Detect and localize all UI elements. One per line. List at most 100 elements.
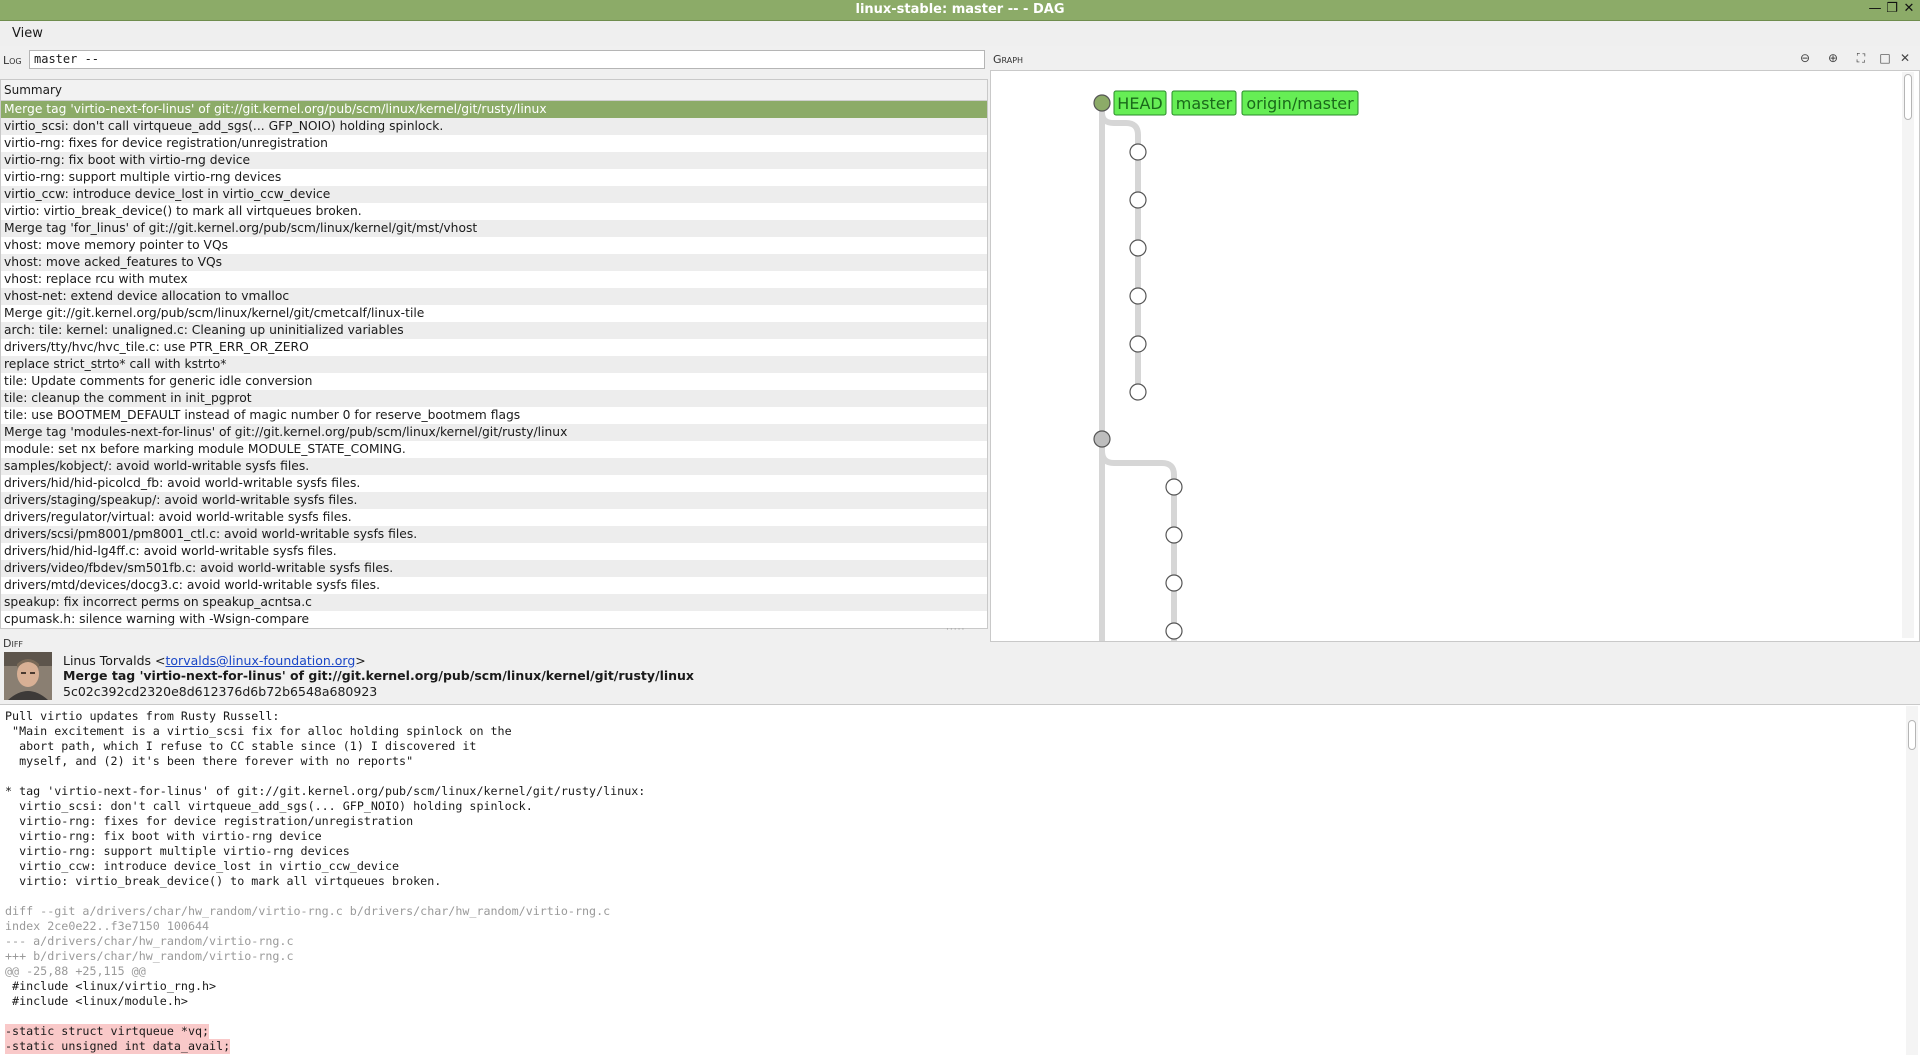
diff-line: #include <linux/virtio_rng.h> (5, 979, 217, 993)
author-avatar (4, 652, 52, 700)
graph-view[interactable]: HEAD master origin/master (990, 70, 1920, 642)
commit-node (1165, 622, 1183, 640)
diff-line: -static unsigned int data_avail; (5, 1039, 231, 1054)
zoom-fit-icon[interactable]: ⛶ (1853, 50, 1869, 66)
close-panel-icon[interactable]: ✕ (1897, 50, 1913, 66)
diff-line: Pull virtio updates from Rusty Russell: (5, 709, 280, 723)
commit-row[interactable]: drivers/hid/hid-picolcd_fb: avoid world-… (1, 475, 987, 492)
commit-graph: HEAD master origin/master (1093, 90, 1359, 641)
summary-header-label: Summary (4, 83, 62, 97)
commit-row[interactable]: virtio-rng: fix boot with virtio-rng dev… (1, 152, 987, 169)
author-email-link[interactable]: torvalds@linux-foundation.org (166, 653, 356, 668)
ref-label: origin/master (1246, 94, 1354, 113)
commit-row[interactable]: tile: cleanup the comment in init_pgprot (1, 390, 987, 407)
zoom-out-icon[interactable]: ⊖ (1797, 50, 1813, 66)
diff-line: --- a/drivers/char/hw_random/virtio-rng.… (5, 934, 294, 948)
commit-row[interactable]: vhost: replace rcu with mutex (1, 271, 987, 288)
commit-row[interactable]: tile: use BOOTMEM_DEFAULT instead of mag… (1, 407, 987, 424)
log-input[interactable]: master -- (29, 50, 985, 69)
commit-node (1165, 526, 1183, 544)
graph-scrollbar[interactable] (1902, 72, 1914, 638)
diff-line: virtio-rng: fixes for device registratio… (5, 814, 414, 828)
diff-text-view[interactable]: Pull virtio updates from Rusty Russell: … (0, 704, 1920, 1056)
commit-node (1129, 239, 1147, 257)
commit-row[interactable]: speakup: fix incorrect perms on speakup_… (1, 594, 987, 611)
graph-lane-branch (1099, 439, 1177, 641)
minimize-icon[interactable]: — (1868, 2, 1882, 16)
ref-label: HEAD (1117, 94, 1162, 113)
commit-row[interactable]: drivers/regulator/virtual: avoid world-w… (1, 509, 987, 526)
diff-line: virtio_scsi: don't call virtqueue_add_sg… (5, 799, 533, 813)
author-name: Linus Torvalds < (63, 653, 166, 668)
diff-line: index 2ce0e22..f3e7150 100644 (5, 919, 210, 933)
diff-line: #include <linux/module.h> (5, 994, 188, 1008)
diff-scrollbar[interactable] (1906, 706, 1918, 1055)
commit-row[interactable]: virtio_ccw: introduce device_lost in vir… (1, 186, 987, 203)
diff-label: Diff (3, 637, 24, 650)
diff-line: diff --git a/drivers/char/hw_random/virt… (5, 904, 611, 918)
window-titlebar: linux-stable: master -- - DAG — ❐ ✕ (0, 0, 1920, 21)
commit-node (1129, 335, 1147, 353)
commit-author: Linus Torvalds <torvalds@linux-foundatio… (63, 653, 366, 668)
commit-row[interactable]: Merge tag 'for_linus' of git://git.kerne… (1, 220, 987, 237)
graph-scroll-thumb[interactable] (1904, 74, 1912, 120)
commit-row[interactable]: module: set nx before marking module MOD… (1, 441, 987, 458)
commit-row[interactable]: virtio-rng: fixes for device registratio… (1, 135, 987, 152)
menu-view[interactable]: View (12, 26, 43, 41)
commit-row[interactable]: drivers/tty/hvc/hvc_tile.c: use PTR_ERR_… (1, 339, 987, 356)
diff-line: "Main excitement is a virtio_scsi fix fo… (5, 724, 512, 738)
commit-row[interactable]: replace strict_strto* call with kstrto* (1, 356, 987, 373)
diff-line: virtio_ccw: introduce device_lost in vir… (5, 859, 400, 873)
commit-row[interactable]: virtio_scsi: don't call virtqueue_add_sg… (1, 118, 987, 135)
commit-row[interactable]: cpumask.h: silence warning with -Wsign-c… (1, 611, 987, 628)
diff-line: abort path, which I refuse to CC stable … (5, 739, 477, 753)
commit-row[interactable]: vhost: move memory pointer to VQs (1, 237, 987, 254)
diff-line: +++ b/drivers/char/hw_random/virtio-rng.… (5, 949, 294, 963)
zoom-in-icon[interactable]: ⊕ (1825, 50, 1841, 66)
commit-row[interactable]: Merge tag 'virtio-next-for-linus' of git… (1, 101, 987, 118)
commit-row[interactable]: drivers/video/fbdev/sm501fb.c: avoid wor… (1, 560, 987, 577)
commit-node (1129, 191, 1147, 209)
commit-row[interactable]: virtio: virtio_break_device() to mark al… (1, 203, 987, 220)
commit-row[interactable]: arch: tile: kernel: unaligned.c: Cleanin… (1, 322, 987, 339)
commit-node (1165, 574, 1183, 592)
maximize-icon[interactable]: ❐ (1885, 2, 1899, 16)
summary-column-header[interactable]: Summary (1, 80, 987, 101)
commit-row[interactable]: samples/kobject/: avoid world-writable s… (1, 458, 987, 475)
commit-row[interactable]: drivers/staging/speakup/: avoid world-wr… (1, 492, 987, 509)
commit-row[interactable]: vhost: move acked_features to VQs (1, 254, 987, 271)
commit-row[interactable]: Merge git://git.kernel.org/pub/scm/linux… (1, 305, 987, 322)
log-label: Log (3, 54, 22, 67)
author-close: > (355, 653, 366, 668)
diff-line: virtio: virtio_break_device() to mark al… (5, 874, 442, 888)
commit-node (1129, 143, 1147, 161)
commit-row[interactable]: Merge tag 'modules-next-for-linus' of gi… (1, 424, 987, 441)
close-icon[interactable]: ✕ (1902, 2, 1916, 16)
commit-row[interactable]: drivers/scsi/pm8001/pm8001_ctl.c: avoid … (1, 526, 987, 543)
splitter-grip[interactable]: ····· (946, 625, 965, 635)
commit-sha: 5c02c392cd2320e8d612376d6b72b6548a680923 (63, 684, 378, 699)
commit-node (1165, 478, 1183, 496)
detach-panel-icon[interactable]: □ (1877, 50, 1893, 66)
diff-line: @@ -25,88 +25,115 @@ (5, 964, 146, 978)
commit-node-merge (1093, 430, 1111, 448)
commit-node (1129, 383, 1147, 401)
diff-line: myself, and (2) it's been there forever … (5, 754, 414, 768)
commit-node-selected (1093, 94, 1111, 112)
diff-line: * tag 'virtio-next-for-linus' of git://g… (5, 784, 646, 798)
commit-subject: Merge tag 'virtio-next-for-linus' of git… (63, 668, 694, 683)
commit-list: Summary Merge tag 'virtio-next-for-linus… (0, 79, 988, 629)
diff-scroll-thumb[interactable] (1908, 720, 1916, 750)
commit-row[interactable]: vhost-net: extend device allocation to v… (1, 288, 987, 305)
menu-bar: View (0, 21, 1920, 46)
diff-line: virtio-rng: support multiple virtio-rng … (5, 844, 350, 858)
ref-label: master (1176, 94, 1233, 113)
commit-row[interactable]: virtio-rng: support multiple virtio-rng … (1, 169, 987, 186)
graph-label: Graph (993, 53, 1024, 66)
commit-row[interactable]: drivers/mtd/devices/docg3.c: avoid world… (1, 577, 987, 594)
commit-node (1129, 287, 1147, 305)
diff-line: virtio-rng: fix boot with virtio-rng dev… (5, 829, 322, 843)
commit-row[interactable]: drivers/hid/hid-lg4ff.c: avoid world-wri… (1, 543, 987, 560)
commit-row[interactable]: tile: Update comments for generic idle c… (1, 373, 987, 390)
window-title: linux-stable: master -- - DAG (855, 2, 1065, 17)
